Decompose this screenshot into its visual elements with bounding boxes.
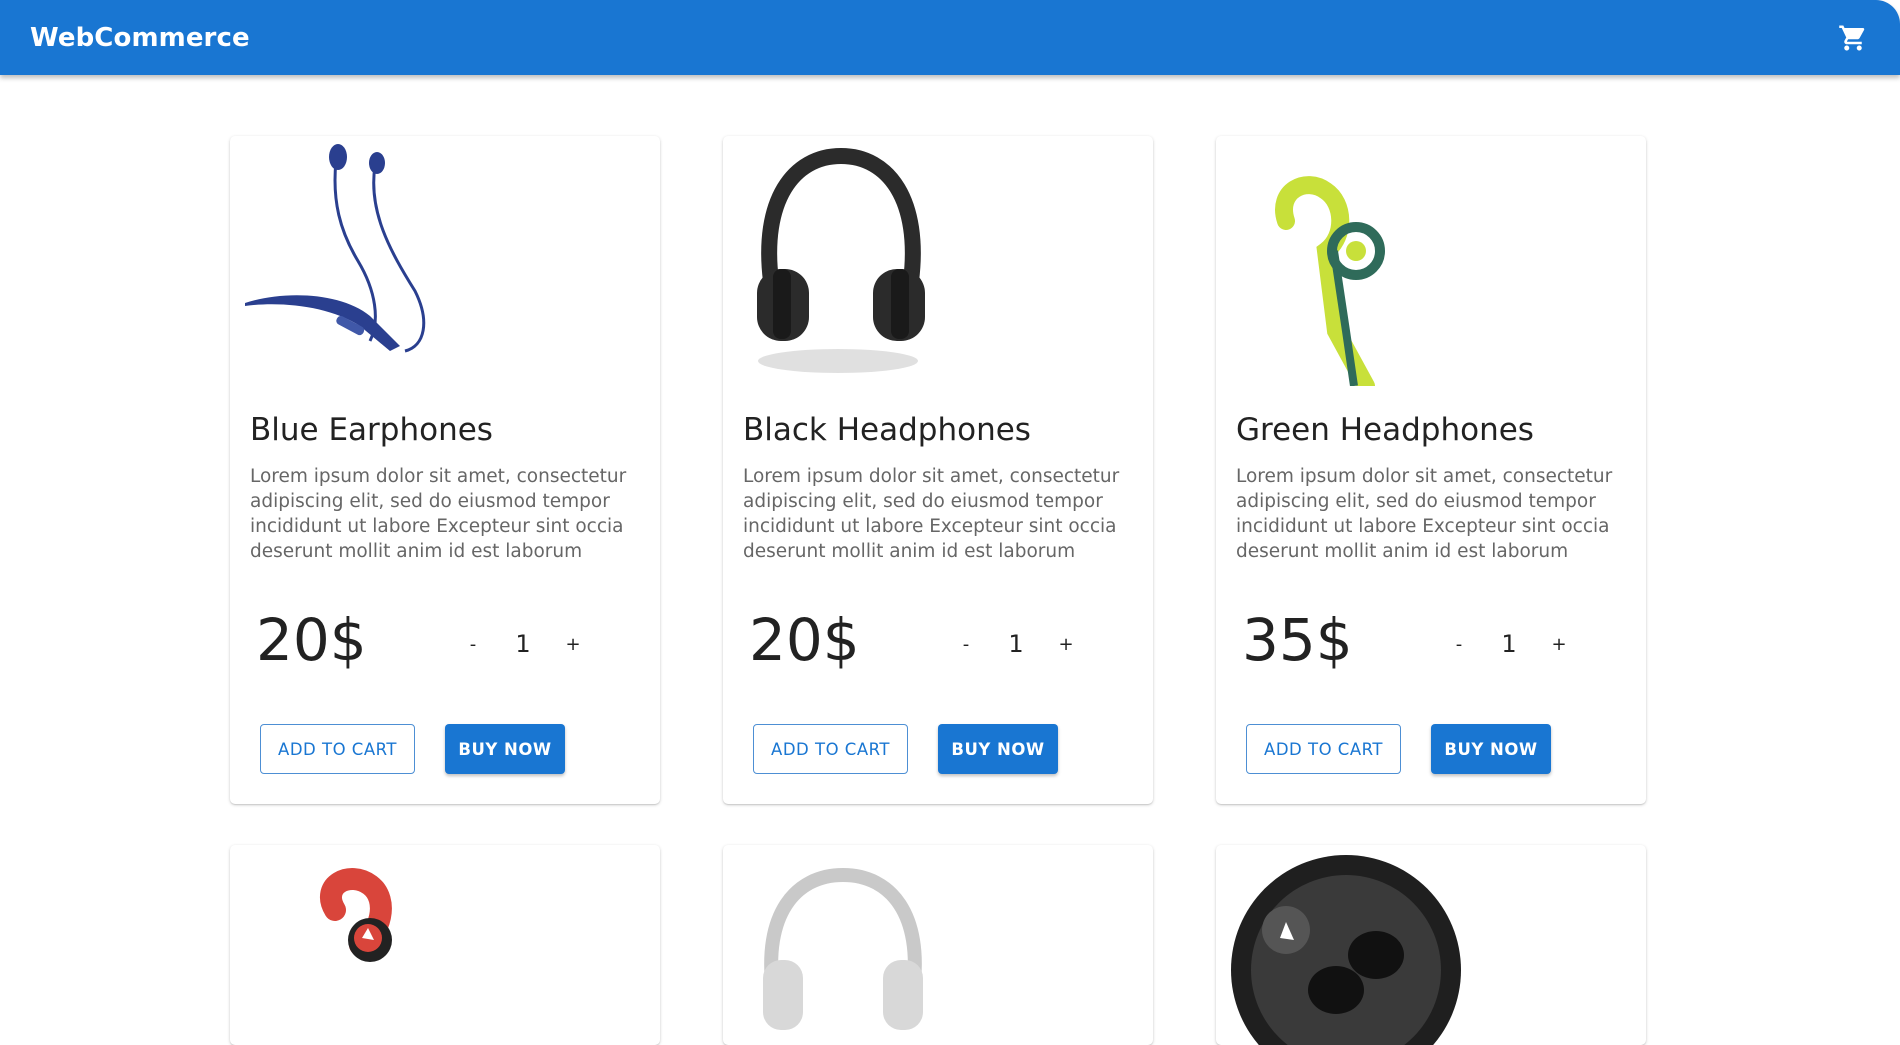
decrement-button[interactable]: - xyxy=(951,634,981,655)
quantity-stepper: - 1 + xyxy=(458,622,588,666)
buy-now-button[interactable]: BUY NOW xyxy=(1431,724,1551,774)
app-bar: WebCommerce xyxy=(0,0,1900,75)
decrement-button[interactable]: - xyxy=(1444,634,1474,655)
product-image-black-earbuds xyxy=(1226,850,1466,1045)
shopping-cart-icon xyxy=(1839,25,1865,50)
product-title: Black Headphones xyxy=(743,412,1031,448)
buy-now-button[interactable]: BUY NOW xyxy=(938,724,1058,774)
product-image-green-headphones xyxy=(1226,141,1466,395)
cart-button[interactable] xyxy=(1836,21,1870,55)
product-title: Green Headphones xyxy=(1236,412,1534,448)
product-card: Black Headphones Lorem ipsum dolor sit a… xyxy=(723,136,1153,804)
product-image-blue-earphones xyxy=(240,141,480,386)
product-image-black-headphones xyxy=(733,141,973,386)
product-image-white-headphones xyxy=(733,850,973,1045)
product-price: 20$ xyxy=(749,606,860,674)
add-to-cart-button[interactable]: ADD TO CART xyxy=(1246,724,1401,774)
increment-button[interactable]: + xyxy=(1051,634,1081,655)
product-description: Lorem ipsum dolor sit amet, consectetur … xyxy=(743,466,1120,562)
quantity-value: 1 xyxy=(1008,630,1024,658)
product-image-red-earphones xyxy=(240,850,480,1045)
quantity-value: 1 xyxy=(1501,630,1517,658)
increment-button[interactable]: + xyxy=(558,634,588,655)
product-title: Blue Earphones xyxy=(250,412,493,448)
product-card xyxy=(1216,845,1646,1045)
product-card: Green Headphones Lorem ipsum dolor sit a… xyxy=(1216,136,1646,804)
buy-now-button[interactable]: BUY NOW xyxy=(445,724,565,774)
quantity-stepper: - 1 + xyxy=(951,622,1081,666)
product-price: 35$ xyxy=(1242,606,1353,674)
product-card xyxy=(230,845,660,1045)
increment-button[interactable]: + xyxy=(1544,634,1574,655)
add-to-cart-button[interactable]: ADD TO CART xyxy=(753,724,908,774)
brand-title[interactable]: WebCommerce xyxy=(30,23,250,53)
quantity-stepper: - 1 + xyxy=(1444,622,1574,666)
product-price: 20$ xyxy=(256,606,367,674)
add-to-cart-button[interactable]: ADD TO CART xyxy=(260,724,415,774)
product-card: Blue Earphones Lorem ipsum dolor sit ame… xyxy=(230,136,660,804)
product-description: Lorem ipsum dolor sit amet, consectetur … xyxy=(1236,466,1613,562)
quantity-value: 1 xyxy=(515,630,531,658)
product-card xyxy=(723,845,1153,1045)
decrement-button[interactable]: - xyxy=(458,634,488,655)
product-description: Lorem ipsum dolor sit amet, consectetur … xyxy=(250,466,627,562)
